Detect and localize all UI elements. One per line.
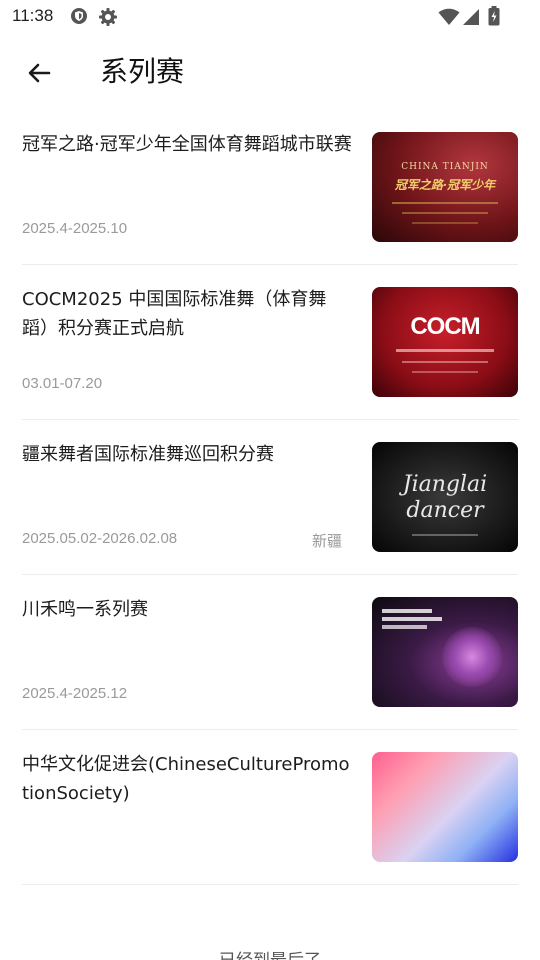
signal-icon — [462, 8, 480, 30]
end-of-list-text: 已经到最后了 — [0, 946, 540, 960]
series-item[interactable]: COCM2025 中国国际标准舞（体育舞蹈）积分赛正式启航 03.01-07.2… — [22, 265, 518, 420]
series-thumbnail — [372, 597, 518, 707]
battery-icon — [488, 6, 500, 30]
wifi-icon — [438, 8, 460, 30]
thumbnail-caption: CHINA TIANJIN — [401, 162, 489, 172]
series-thumbnail: CHINA TIANJIN 冠军之路·冠军少年 — [372, 132, 518, 242]
series-item[interactable]: 疆来舞者国际标准舞巡回积分赛 2025.05.02-2026.02.08 新疆 … — [22, 420, 518, 575]
page-title: 系列赛 — [100, 55, 185, 88]
series-date: 2025.4-2025.12 — [22, 685, 128, 702]
series-title: 中华文化促进会(ChineseCulturePromotionSociety) — [22, 754, 350, 804]
series-title: 疆来舞者国际标准舞巡回积分赛 — [22, 444, 274, 465]
status-bar: 11:38 — [0, 0, 540, 34]
series-date: 03.01-07.20 — [22, 375, 103, 392]
shield-icon — [70, 7, 88, 29]
series-item[interactable]: 川禾鸣一系列赛 2025.4-2025.12 — [22, 575, 518, 730]
thumbnail-subline: dancer — [406, 498, 484, 523]
arrow-left-icon — [28, 63, 51, 83]
series-item[interactable]: 中华文化促进会(ChineseCulturePromotionSociety) — [22, 730, 518, 885]
series-region: 新疆 — [311, 532, 342, 550]
back-button[interactable] — [18, 52, 60, 94]
thumbnail-headline: 冠军之路·冠军少年 — [394, 178, 496, 192]
series-title: 川禾鸣一系列赛 — [22, 599, 148, 620]
series-list: 冠军之路·冠军少年全国体育舞蹈城市联赛 2025.4-2025.10 CHINA… — [22, 110, 518, 885]
thumbnail-logo: COCM — [410, 313, 480, 340]
thumbnail-headline: Jianglai — [402, 472, 488, 497]
series-thumbnail: Jianglai dancer — [372, 442, 518, 552]
settings-gear-icon — [98, 7, 118, 31]
series-thumbnail: COCM — [372, 287, 518, 397]
series-item[interactable]: 冠军之路·冠军少年全国体育舞蹈城市联赛 2025.4-2025.10 CHINA… — [22, 110, 518, 265]
app-bar: 系列赛 — [0, 34, 540, 110]
status-time: 11:38 — [12, 6, 54, 25]
series-date: 2025.4-2025.10 — [22, 220, 128, 237]
series-title: 冠军之路·冠军少年全国体育舞蹈城市联赛 — [22, 134, 352, 155]
series-thumbnail — [372, 752, 518, 862]
series-date: 2025.05.02-2026.02.08 — [22, 530, 178, 547]
series-title: COCM2025 中国国际标准舞（体育舞蹈）积分赛正式启航 — [22, 289, 327, 339]
